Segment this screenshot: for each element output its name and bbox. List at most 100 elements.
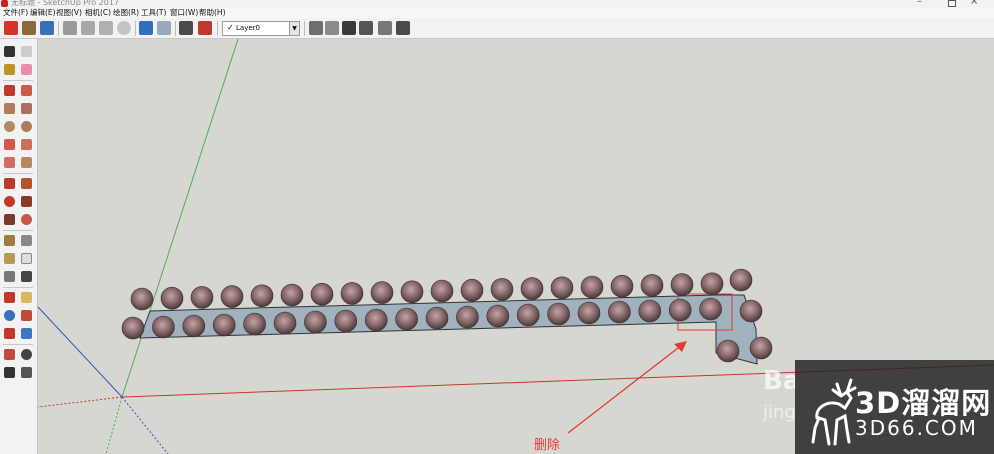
tree-component[interactable] — [370, 281, 394, 304]
tree-component[interactable] — [220, 285, 244, 308]
zoom-window-icon[interactable] — [21, 310, 32, 321]
eraser-icon[interactable] — [21, 64, 32, 75]
cut-icon[interactable] — [63, 21, 77, 35]
previous-view-icon[interactable] — [21, 328, 32, 339]
close-button[interactable]: × — [970, 0, 978, 7]
tree-component[interactable] — [550, 276, 574, 300]
pie-tool-icon[interactable] — [21, 157, 32, 168]
layer-dropdown[interactable]: ✓ Layer0 ▼ — [222, 21, 300, 36]
chevron-down-icon[interactable]: ▼ — [289, 22, 299, 35]
tree-component[interactable] — [121, 316, 145, 340]
tree-component[interactable] — [395, 307, 418, 331]
tree-component[interactable] — [160, 286, 184, 310]
tree-component[interactable] — [460, 278, 484, 302]
dimension-tool-icon[interactable] — [21, 235, 32, 246]
move-tool-icon[interactable] — [4, 178, 15, 189]
select-arrow-icon[interactable] — [4, 46, 15, 57]
tree-component[interactable] — [608, 300, 631, 324]
tree-component[interactable] — [182, 314, 206, 338]
tree-component[interactable] — [668, 298, 692, 322]
line-tool-icon[interactable] — [4, 85, 15, 96]
section-fill-icon[interactable] — [21, 292, 32, 303]
tree-component[interactable] — [547, 302, 570, 326]
minimize-button[interactable]: – — [917, 0, 922, 7]
tree-component[interactable] — [577, 301, 601, 325]
right-view-icon[interactable] — [359, 21, 373, 35]
tree-component[interactable] — [430, 279, 454, 303]
tree-component[interactable] — [425, 306, 449, 330]
tree-component[interactable] — [580, 275, 604, 299]
scale-tool-icon[interactable] — [4, 214, 15, 225]
tree-component[interactable] — [520, 277, 544, 300]
tree-component[interactable] — [516, 303, 540, 327]
tree-component[interactable] — [152, 315, 175, 339]
tree-component[interactable] — [304, 310, 327, 334]
model-info-icon[interactable] — [198, 21, 212, 35]
rectangle-tool-icon[interactable] — [4, 103, 15, 114]
tree-component[interactable] — [700, 272, 724, 296]
paint-bucket-icon[interactable] — [4, 64, 15, 75]
tree-component[interactable] — [273, 311, 297, 335]
tree-component[interactable] — [190, 286, 214, 309]
front-view-icon[interactable] — [342, 21, 356, 35]
save-icon[interactable] — [40, 21, 54, 35]
iso-view-icon[interactable] — [309, 21, 323, 35]
tree-component[interactable] — [670, 273, 694, 296]
freehand-tool-icon[interactable] — [21, 85, 32, 96]
make-component-icon[interactable] — [21, 46, 32, 57]
redo-icon[interactable] — [157, 21, 171, 35]
tree-component[interactable] — [280, 283, 304, 307]
tree-component[interactable] — [729, 268, 753, 292]
three-point-arc-icon[interactable] — [4, 157, 15, 168]
tree-component[interactable] — [400, 280, 424, 304]
push-pull-icon[interactable] — [21, 178, 32, 189]
polygon-tool-icon[interactable] — [21, 121, 32, 132]
position-camera-icon[interactable] — [4, 349, 15, 360]
rotate-tool-icon[interactable] — [4, 196, 15, 207]
section-plane-icon[interactable] — [4, 292, 15, 303]
follow-me-icon[interactable] — [21, 196, 32, 207]
protractor-icon[interactable] — [4, 253, 15, 264]
tree-component[interactable] — [699, 297, 722, 321]
tree-component[interactable] — [340, 282, 364, 305]
back-view-icon[interactable] — [378, 21, 392, 35]
zoom-extents-icon[interactable] — [4, 328, 15, 339]
tree-component[interactable] — [456, 305, 479, 329]
tree-component[interactable] — [638, 299, 662, 323]
orbit-pan-icon[interactable] — [21, 367, 32, 378]
3d-text-icon[interactable] — [21, 271, 32, 282]
tree-component[interactable] — [250, 284, 274, 308]
tree-component[interactable] — [490, 278, 514, 301]
rotated-rectangle-icon[interactable] — [21, 103, 32, 114]
tree-component[interactable] — [310, 282, 334, 306]
tree-component[interactable] — [486, 304, 510, 328]
tree-component[interactable] — [640, 274, 664, 297]
two-point-arc-icon[interactable] — [21, 139, 32, 150]
paste-icon[interactable] — [99, 21, 113, 35]
look-around-icon[interactable] — [21, 349, 32, 360]
erase-icon[interactable] — [117, 21, 131, 35]
tree-component[interactable] — [610, 274, 634, 298]
tree-component[interactable] — [243, 312, 266, 336]
tree-component[interactable] — [130, 287, 154, 311]
left-view-icon[interactable] — [396, 21, 410, 35]
top-view-icon[interactable] — [325, 21, 339, 35]
undo-icon[interactable] — [139, 21, 153, 35]
tree-component[interactable] — [739, 299, 763, 323]
text-tool-icon[interactable] — [21, 253, 32, 264]
maximize-button[interactable] — [948, 0, 956, 7]
axes-tool-icon[interactable] — [4, 271, 15, 282]
arc-tool-icon[interactable] — [4, 139, 15, 150]
open-folder-icon[interactable] — [22, 21, 36, 35]
walk-tool-icon[interactable] — [4, 367, 15, 378]
zoom-tool-icon[interactable] — [4, 310, 15, 321]
circle-tool-icon[interactable] — [4, 121, 15, 132]
offset-tool-icon[interactable] — [21, 214, 32, 225]
tree-component[interactable] — [716, 339, 740, 363]
tree-component[interactable] — [334, 309, 358, 333]
tape-measure-icon[interactable] — [4, 235, 15, 246]
tree-component[interactable] — [364, 308, 388, 332]
copy-icon[interactable] — [81, 21, 95, 35]
get-started-icon[interactable] — [4, 21, 18, 35]
tree-component[interactable] — [749, 336, 773, 360]
